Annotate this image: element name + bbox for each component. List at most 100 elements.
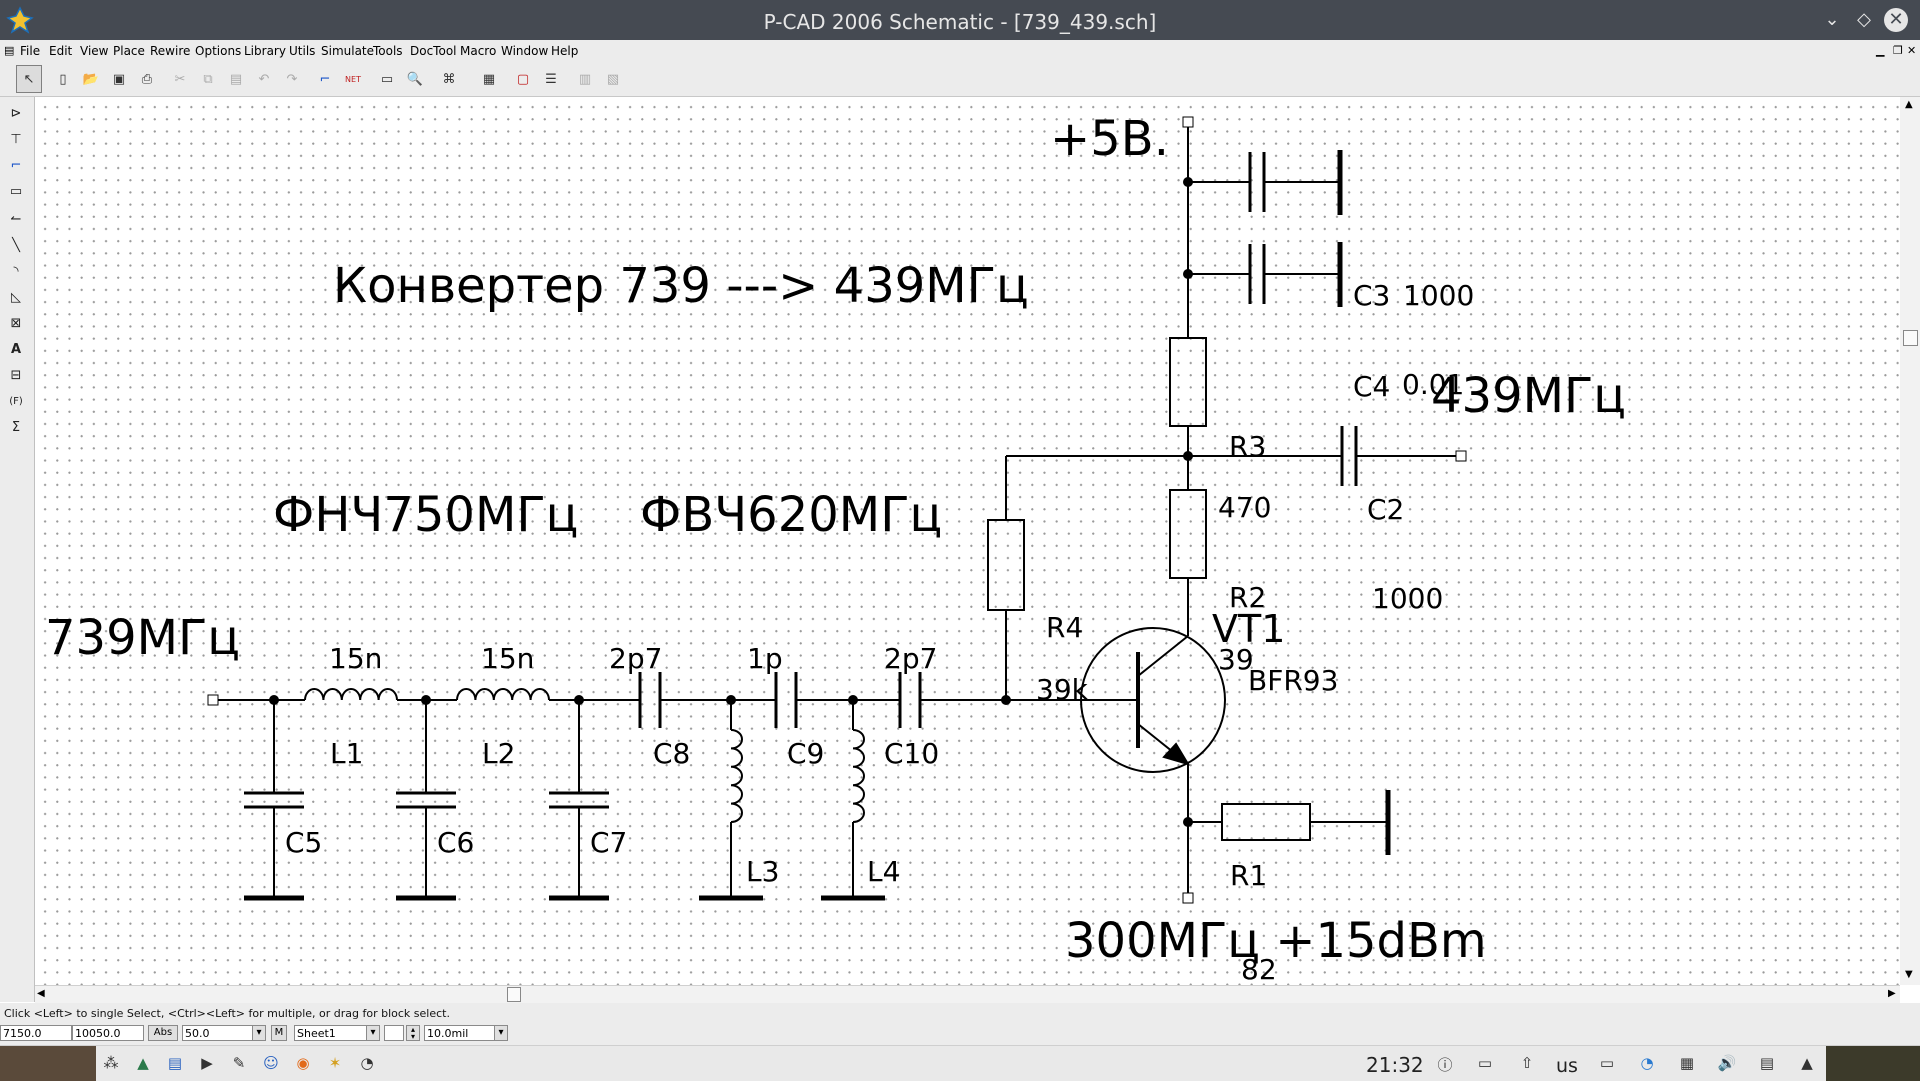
drive-icon[interactable]: ▭ (1596, 1054, 1618, 1074)
clock-app-icon[interactable]: ◔ (356, 1054, 378, 1074)
battery-icon[interactable]: ▭ (1474, 1054, 1496, 1074)
schematic-canvas[interactable]: Конвертер 739 ---> 439МГц +5В. 739МГц 43… (35, 97, 1900, 1043)
place-port-icon[interactable]: ▭ (4, 179, 28, 203)
library-icon[interactable]: ▥ (572, 65, 598, 93)
place-text-icon[interactable]: A (4, 337, 28, 361)
clipboard-icon[interactable]: ▤ (1756, 1054, 1778, 1074)
line-width-dropdown-icon[interactable]: ▾ (494, 1025, 508, 1041)
system-clock[interactable]: 21:32 (1366, 1053, 1424, 1077)
place-arc-icon[interactable]: ◝ (4, 259, 28, 283)
l3-refdes: L3 (746, 855, 780, 888)
properties-icon[interactable]: ▧ (600, 65, 626, 93)
status-hint: Click <Left> to single Select, <Ctrl><Le… (4, 1007, 450, 1020)
grid-dropdown-icon[interactable]: ▾ (252, 1025, 266, 1041)
m-button[interactable]: M (271, 1025, 287, 1041)
x-coordinate-field[interactable]: 7150.0 (0, 1025, 72, 1041)
document-icon[interactable]: ▤ (4, 44, 14, 57)
wire-tool-icon[interactable]: ⌐ (312, 65, 338, 93)
scroll-left-icon[interactable]: ◀ (37, 988, 45, 999)
update-icon[interactable]: ⇧ (1516, 1054, 1538, 1074)
close-icon[interactable]: ✕ (1884, 8, 1908, 32)
place-polygon-icon[interactable]: ◺ (4, 285, 28, 309)
redo-icon[interactable]: ↷ (279, 65, 305, 93)
minimize-icon[interactable]: ⌄ (1820, 8, 1844, 32)
c8-refdes: C8 (653, 737, 691, 770)
desktop-thumbnail[interactable] (1826, 1046, 1920, 1081)
place-sum-icon[interactable]: Σ (4, 415, 28, 439)
place-attribute-icon[interactable]: ⊟ (4, 363, 28, 387)
place-part-icon[interactable]: ⊳ (4, 101, 28, 125)
firefox-icon[interactable]: ◉ (292, 1054, 314, 1074)
place-pin-icon[interactable]: ⊤ (4, 127, 28, 151)
menu-macro[interactable]: Macro (460, 44, 496, 58)
menu-tools[interactable]: Tools (373, 44, 403, 58)
menu-utils[interactable]: Utils (289, 44, 315, 58)
netlist-icon[interactable]: NET (340, 65, 366, 93)
new-file-icon[interactable]: ▯ (50, 65, 76, 93)
horizontal-scrollbar[interactable]: ◀ ▶ (35, 985, 1900, 1003)
mdi-close-icon[interactable]: ✕ (1907, 44, 1916, 57)
text-editor-icon[interactable]: ▤ (164, 1054, 186, 1074)
copy-icon[interactable]: ⧉ (195, 65, 221, 93)
menu-rewire[interactable]: Rewire (150, 44, 190, 58)
layer-color-box[interactable] (384, 1025, 404, 1041)
devices-icon[interactable]: ▦ (1676, 1054, 1698, 1074)
spin-icon[interactable]: ▴ ▾ (406, 1025, 420, 1041)
status-bar: Click <Left> to single Select, <Ctrl><Le… (0, 1003, 1920, 1023)
abs-button[interactable]: Abs (148, 1025, 178, 1041)
menu-place[interactable]: Place (113, 44, 145, 58)
vertical-scroll-thumb[interactable] (1903, 330, 1918, 346)
lpf-label: ФНЧ750МГц (273, 487, 579, 543)
print-icon[interactable]: ⎙ (134, 65, 160, 93)
image-viewer-icon[interactable]: ▲ (132, 1054, 154, 1074)
volume-icon[interactable]: 🔊 (1716, 1054, 1738, 1074)
y-coordinate-field[interactable]: 10050.0 (72, 1025, 144, 1041)
mdi-minimize-icon[interactable]: ▁ (1876, 44, 1884, 57)
menu-edit[interactable]: Edit (49, 44, 72, 58)
terminal-icon[interactable]: ▶ (196, 1054, 218, 1074)
paste-icon[interactable]: ▤ (223, 65, 249, 93)
place-line-icon[interactable]: ╲ (4, 233, 28, 257)
zoom-window-icon[interactable]: ▭ (374, 65, 400, 93)
info-icon[interactable]: ⓘ (1434, 1054, 1456, 1074)
menu-library[interactable]: Library (244, 44, 286, 58)
scroll-right-icon[interactable]: ▶ (1888, 988, 1896, 999)
place-bus-icon[interactable]: ↼ (4, 207, 28, 231)
cut-icon[interactable]: ✂ (167, 65, 193, 93)
menu-file[interactable]: File (20, 44, 40, 58)
mdi-restore-icon[interactable]: ❐ (1893, 44, 1903, 57)
menu-view[interactable]: View (80, 44, 108, 58)
place-field-icon[interactable]: ⊠ (4, 311, 28, 335)
place-wire-icon[interactable]: ⌐ (4, 153, 28, 177)
undo-icon[interactable]: ↶ (251, 65, 277, 93)
vertical-scrollbar[interactable]: ▲ ▼ (1900, 97, 1920, 985)
place-ieee-icon[interactable]: (F) (4, 389, 28, 413)
status-fields: 7150.0 10050.0 Abs 50.0 ▾ M Sheet1 ▾ ▴ ▾ … (0, 1023, 1920, 1045)
sheet-dropdown-icon[interactable]: ▾ (366, 1025, 380, 1041)
keyboard-layout[interactable]: us (1556, 1055, 1578, 1077)
user-avatar[interactable] (0, 1046, 96, 1081)
save-icon[interactable]: ▣ (106, 65, 132, 93)
menu-window[interactable]: Window (501, 44, 548, 58)
list-icon[interactable]: ☰ (538, 65, 564, 93)
zoom-icon[interactable]: 🔍 (402, 65, 428, 93)
scroll-up-icon[interactable]: ▲ (1905, 99, 1913, 110)
menu-options[interactable]: Options (195, 44, 241, 58)
menu-doctool[interactable]: DocTool (410, 44, 457, 58)
horizontal-scroll-thumb[interactable] (507, 987, 521, 1002)
select-tool-icon[interactable]: ↖ (16, 65, 42, 93)
app-launcher-icon[interactable]: ⁂ (100, 1054, 122, 1074)
menu-simulate[interactable]: Simulate (321, 44, 374, 58)
finder-icon[interactable]: ☺ (260, 1054, 282, 1074)
tray-expand-icon[interactable]: ▲ (1796, 1054, 1818, 1074)
network-icon[interactable]: ◔ (1636, 1054, 1658, 1074)
spreadsheet-icon[interactable]: ▦ (476, 65, 502, 93)
tool-icon[interactable]: ✎ (228, 1054, 250, 1074)
component-icon[interactable]: ▢ (510, 65, 536, 93)
menu-help[interactable]: Help (551, 44, 578, 58)
open-folder-icon[interactable]: 📂 (78, 65, 104, 93)
maximize-icon[interactable]: ◇ (1852, 8, 1876, 32)
cross-probe-icon[interactable]: ⌘ (436, 65, 462, 93)
pcad-taskbar-icon[interactable]: ✶ (324, 1054, 346, 1074)
scroll-down-icon[interactable]: ▼ (1905, 969, 1913, 980)
